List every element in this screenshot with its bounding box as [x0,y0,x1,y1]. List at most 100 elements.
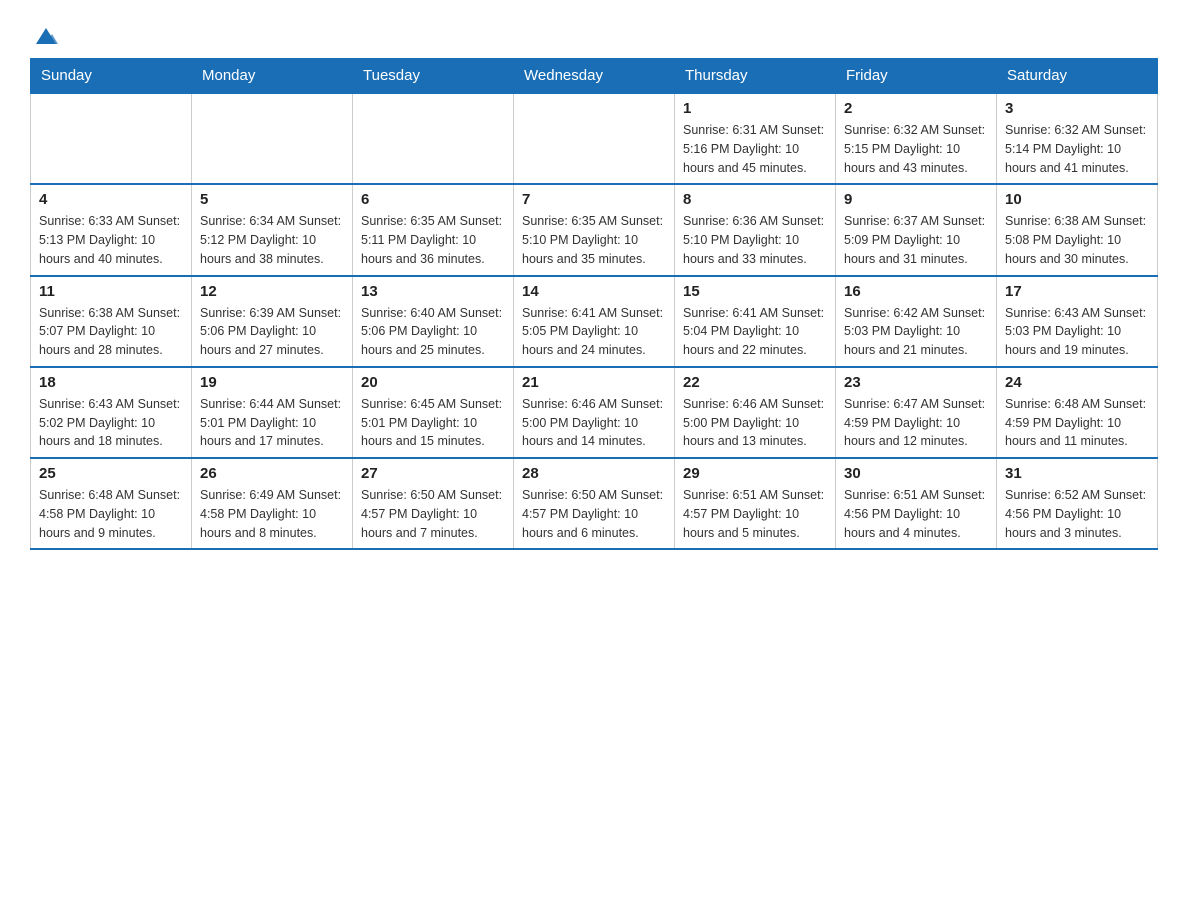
calendar-cell: 10 Sunrise: 6:38 AM Sunset: 5:08 PM Dayli… [997,184,1158,275]
calendar-cell: 27 Sunrise: 6:50 AM Sunset: 4:57 PM Dayli… [353,458,514,549]
day-number: 7 [522,191,666,208]
calendar-cell [353,93,514,184]
calendar-header-row: SundayMondayTuesdayWednesdayThursdayFrid… [31,59,1158,94]
calendar-week-row: 18Sunrise: 6:43 AM Sunset: 5:02 PM Dayli… [31,367,1158,458]
day-number: 3 [1005,100,1149,117]
calendar-cell: 19 Sunrise: 6:44 AM Sunset: 5:01 PM Dayli… [192,367,353,458]
calendar-cell: 7 Sunrise: 6:35 AM Sunset: 5:10 PM Daylig… [514,184,675,275]
calendar-cell: 20 Sunrise: 6:45 AM Sunset: 5:01 PM Dayli… [353,367,514,458]
day-number: 31 [1005,465,1149,482]
day-info: Sunrise: 6:43 AM Sunset: 5:02 PM Dayligh… [39,395,183,451]
day-info: Sunrise: 6:50 AM Sunset: 4:57 PM Dayligh… [361,486,505,542]
day-number: 30 [844,465,988,482]
day-info: Sunrise: 6:51 AM Sunset: 4:57 PM Dayligh… [683,486,827,542]
day-info: Sunrise: 6:51 AM Sunset: 4:56 PM Dayligh… [844,486,988,542]
calendar-cell: 29 Sunrise: 6:51 AM Sunset: 4:57 PM Dayli… [675,458,836,549]
day-info: Sunrise: 6:45 AM Sunset: 5:01 PM Dayligh… [361,395,505,451]
calendar-cell: 3 Sunrise: 6:32 AM Sunset: 5:14 PM Daylig… [997,93,1158,184]
day-number: 28 [522,465,666,482]
day-info: Sunrise: 6:52 AM Sunset: 4:56 PM Dayligh… [1005,486,1149,542]
calendar-cell: 12 Sunrise: 6:39 AM Sunset: 5:06 PM Dayli… [192,276,353,367]
day-number: 25 [39,465,183,482]
day-info: Sunrise: 6:44 AM Sunset: 5:01 PM Dayligh… [200,395,344,451]
day-info: Sunrise: 6:42 AM Sunset: 5:03 PM Dayligh… [844,304,988,360]
calendar-cell: 24 Sunrise: 6:48 AM Sunset: 4:59 PM Dayli… [997,367,1158,458]
day-number: 16 [844,283,988,300]
day-info: Sunrise: 6:38 AM Sunset: 5:08 PM Dayligh… [1005,212,1149,268]
calendar-cell: 14 Sunrise: 6:41 AM Sunset: 5:05 PM Dayli… [514,276,675,367]
day-info: Sunrise: 6:48 AM Sunset: 4:58 PM Dayligh… [39,486,183,542]
day-info: Sunrise: 6:47 AM Sunset: 4:59 PM Dayligh… [844,395,988,451]
calendar-cell: 15 Sunrise: 6:41 AM Sunset: 5:04 PM Dayli… [675,276,836,367]
calendar-cell: 28 Sunrise: 6:50 AM Sunset: 4:57 PM Dayli… [514,458,675,549]
day-number: 4 [39,191,183,208]
day-info: Sunrise: 6:38 AM Sunset: 5:07 PM Dayligh… [39,304,183,360]
calendar-week-row: 11 Sunrise: 6:38 AM Sunset: 5:07 PM Dayli… [31,276,1158,367]
calendar-cell [31,93,192,184]
day-info: Sunrise: 6:35 AM Sunset: 5:10 PM Dayligh… [522,212,666,268]
day-info: Sunrise: 6:43 AM Sunset: 5:03 PM Dayligh… [1005,304,1149,360]
day-number: 17 [1005,283,1149,300]
day-number: 24 [1005,374,1149,391]
calendar-cell: 11 Sunrise: 6:38 AM Sunset: 5:07 PM Dayli… [31,276,192,367]
day-number: 22 [683,374,827,391]
day-number: 1 [683,100,827,117]
calendar-cell: 23 Sunrise: 6:47 AM Sunset: 4:59 PM Dayli… [836,367,997,458]
day-header-thursday: Thursday [675,59,836,94]
day-number: 13 [361,283,505,300]
calendar-cell: 21Sunrise: 6:46 AM Sunset: 5:00 PM Dayli… [514,367,675,458]
day-info: Sunrise: 6:31 AM Sunset: 5:16 PM Dayligh… [683,121,827,177]
day-number: 29 [683,465,827,482]
day-number: 10 [1005,191,1149,208]
day-info: Sunrise: 6:39 AM Sunset: 5:06 PM Dayligh… [200,304,344,360]
calendar-cell: 1 Sunrise: 6:31 AM Sunset: 5:16 PM Daylig… [675,93,836,184]
day-number: 20 [361,374,505,391]
day-info: Sunrise: 6:46 AM Sunset: 5:00 PM Dayligh… [683,395,827,451]
day-header-wednesday: Wednesday [514,59,675,94]
day-info: Sunrise: 6:41 AM Sunset: 5:04 PM Dayligh… [683,304,827,360]
day-number: 12 [200,283,344,300]
day-info: Sunrise: 6:50 AM Sunset: 4:57 PM Dayligh… [522,486,666,542]
day-info: Sunrise: 6:32 AM Sunset: 5:15 PM Dayligh… [844,121,988,177]
day-header-friday: Friday [836,59,997,94]
day-number: 11 [39,283,183,300]
day-number: 15 [683,283,827,300]
day-info: Sunrise: 6:34 AM Sunset: 5:12 PM Dayligh… [200,212,344,268]
calendar-cell: 18Sunrise: 6:43 AM Sunset: 5:02 PM Dayli… [31,367,192,458]
calendar-cell: 9Sunrise: 6:37 AM Sunset: 5:09 PM Daylig… [836,184,997,275]
calendar-cell: 4 Sunrise: 6:33 AM Sunset: 5:13 PM Daylig… [31,184,192,275]
day-header-sunday: Sunday [31,59,192,94]
calendar-cell: 26 Sunrise: 6:49 AM Sunset: 4:58 PM Dayli… [192,458,353,549]
day-number: 6 [361,191,505,208]
calendar-cell: 6Sunrise: 6:35 AM Sunset: 5:11 PM Daylig… [353,184,514,275]
day-number: 19 [200,374,344,391]
calendar-cell: 5Sunrise: 6:34 AM Sunset: 5:12 PM Daylig… [192,184,353,275]
day-header-tuesday: Tuesday [353,59,514,94]
day-info: Sunrise: 6:48 AM Sunset: 4:59 PM Dayligh… [1005,395,1149,451]
day-number: 9 [844,191,988,208]
day-info: Sunrise: 6:41 AM Sunset: 5:05 PM Dayligh… [522,304,666,360]
calendar-cell: 22 Sunrise: 6:46 AM Sunset: 5:00 PM Dayli… [675,367,836,458]
day-number: 2 [844,100,988,117]
calendar-cell: 8Sunrise: 6:36 AM Sunset: 5:10 PM Daylig… [675,184,836,275]
logo [30,20,60,48]
calendar-cell: 31 Sunrise: 6:52 AM Sunset: 4:56 PM Dayli… [997,458,1158,549]
calendar-cell: 30 Sunrise: 6:51 AM Sunset: 4:56 PM Dayli… [836,458,997,549]
day-info: Sunrise: 6:40 AM Sunset: 5:06 PM Dayligh… [361,304,505,360]
calendar-week-row: 25 Sunrise: 6:48 AM Sunset: 4:58 PM Dayli… [31,458,1158,549]
calendar-week-row: 1 Sunrise: 6:31 AM Sunset: 5:16 PM Daylig… [31,93,1158,184]
calendar-cell: 25 Sunrise: 6:48 AM Sunset: 4:58 PM Dayli… [31,458,192,549]
calendar-table: SundayMondayTuesdayWednesdayThursdayFrid… [30,58,1158,550]
calendar-cell: 13 Sunrise: 6:40 AM Sunset: 5:06 PM Dayli… [353,276,514,367]
day-info: Sunrise: 6:33 AM Sunset: 5:13 PM Dayligh… [39,212,183,268]
day-info: Sunrise: 6:49 AM Sunset: 4:58 PM Dayligh… [200,486,344,542]
day-info: Sunrise: 6:32 AM Sunset: 5:14 PM Dayligh… [1005,121,1149,177]
calendar-week-row: 4 Sunrise: 6:33 AM Sunset: 5:13 PM Daylig… [31,184,1158,275]
day-number: 14 [522,283,666,300]
calendar-cell: 16 Sunrise: 6:42 AM Sunset: 5:03 PM Dayli… [836,276,997,367]
day-number: 26 [200,465,344,482]
day-header-saturday: Saturday [997,59,1158,94]
day-number: 23 [844,374,988,391]
day-number: 21 [522,374,666,391]
day-number: 27 [361,465,505,482]
